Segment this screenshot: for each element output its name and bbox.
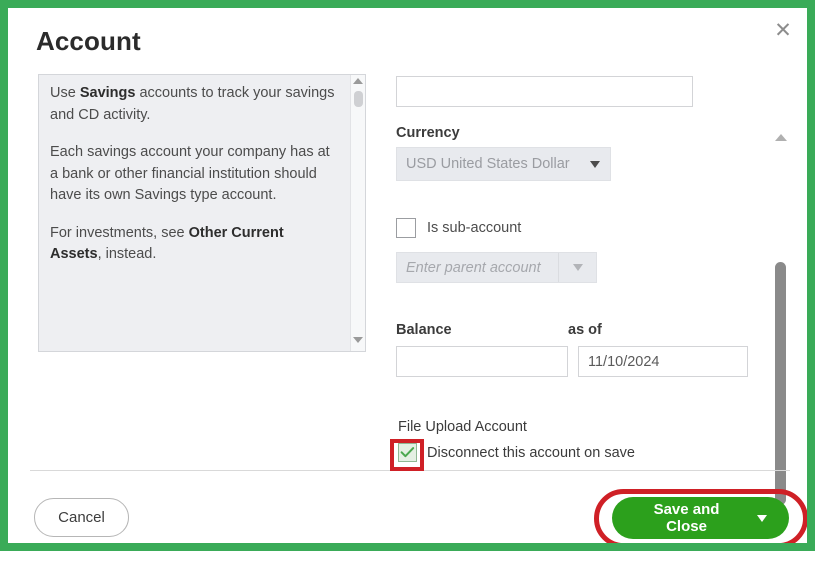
info-text-prefix: Each savings account your company has at…: [50, 144, 330, 203]
save-and-close-label: Save and Close: [653, 501, 720, 535]
info-panel-text: Use Savings accounts to track your savin…: [50, 83, 338, 266]
currency-selected-value: USD United States Dollar: [406, 156, 570, 172]
triangle-up-icon[interactable]: [775, 134, 787, 141]
window-border-top: [0, 0, 815, 8]
disconnect-account-checkbox[interactable]: [398, 443, 417, 462]
disconnect-account-row[interactable]: Disconnect this account on save: [398, 443, 635, 462]
as-of-label: as of: [568, 322, 602, 338]
info-text-suffix: , instead.: [97, 246, 157, 262]
footer-divider: [30, 470, 790, 471]
info-panel-scroll-thumb[interactable]: [354, 91, 363, 107]
info-panel-scrollbar[interactable]: [350, 75, 365, 351]
balance-label: Balance: [396, 322, 452, 338]
account-dialog-window: Account ✕ Use Savings accounts to track …: [0, 0, 815, 562]
info-paragraph-2: Each savings account your company has at…: [50, 142, 338, 207]
window-border-bottom: [0, 543, 815, 551]
window-border-left: [0, 0, 8, 551]
info-paragraph-3: For investments, see Other Current Asset…: [50, 223, 338, 266]
parent-account-select[interactable]: Enter parent account: [396, 252, 597, 283]
chevron-down-icon[interactable]: [741, 514, 783, 522]
chevron-down-icon: [558, 253, 596, 282]
is-sub-account-checkbox[interactable]: [396, 218, 416, 238]
currency-label: Currency: [396, 125, 460, 141]
info-paragraph-1: Use Savings accounts to track your savin…: [50, 83, 338, 126]
chevron-down-icon: [580, 160, 610, 168]
window-border-right: [807, 0, 815, 551]
dialog-body: Account ✕ Use Savings accounts to track …: [8, 8, 807, 543]
dialog-content: Use Savings accounts to track your savin…: [8, 63, 807, 526]
is-sub-account-label: Is sub-account: [427, 220, 522, 236]
checkmark-icon: [400, 447, 415, 458]
is-sub-account-row[interactable]: Is sub-account: [396, 218, 521, 238]
info-text-prefix: For investments, see: [50, 224, 189, 241]
triangle-down-icon[interactable]: [353, 337, 364, 348]
save-and-close-button[interactable]: Save and Close: [612, 497, 789, 539]
close-icon[interactable]: ✕: [769, 16, 797, 44]
file-upload-account-heading: File Upload Account: [398, 419, 527, 435]
account-type-info-panel: Use Savings accounts to track your savin…: [38, 74, 366, 352]
disconnect-account-label: Disconnect this account on save: [427, 444, 635, 461]
as-of-date-input[interactable]: [578, 346, 748, 377]
dialog-scroll-thumb[interactable]: [775, 262, 786, 505]
balance-input[interactable]: [396, 346, 568, 377]
parent-account-placeholder: Enter parent account: [406, 259, 541, 276]
currency-select[interactable]: USD United States Dollar: [396, 147, 611, 181]
page-title: Account: [36, 26, 141, 56]
info-text-bold: Savings: [79, 85, 136, 101]
account-name-input[interactable]: [396, 76, 693, 107]
cancel-button[interactable]: Cancel: [34, 498, 129, 537]
triangle-up-icon[interactable]: [353, 78, 364, 89]
info-text-prefix: Use: [50, 85, 80, 101]
